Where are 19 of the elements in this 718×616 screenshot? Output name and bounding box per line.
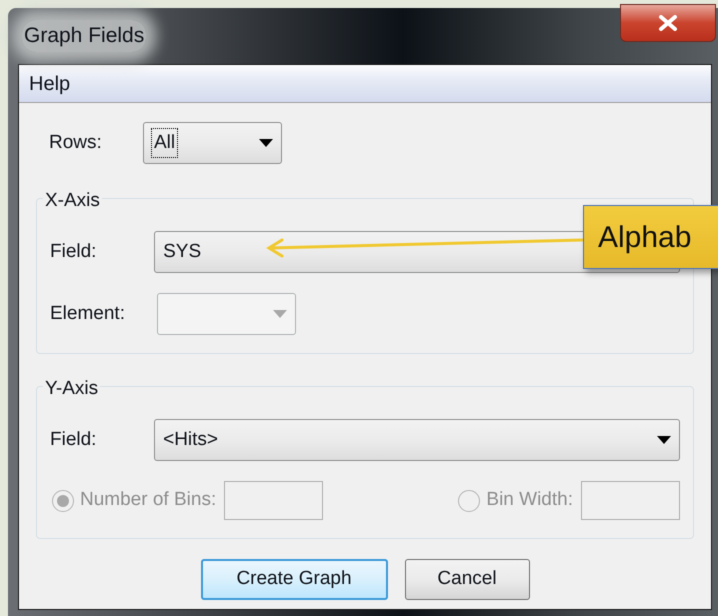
close-button[interactable] [620, 4, 716, 42]
radio-label: Bin Width: [486, 488, 573, 512]
radio-label: Number of Bins: [80, 488, 216, 512]
field-label: Field: [50, 240, 98, 264]
field-label: Element: [50, 302, 126, 326]
dropdown[interactable]: <Hits> [154, 419, 680, 461]
field-label: Field: [50, 428, 98, 452]
dropdown-arrow-icon [657, 436, 671, 444]
dropdown-arrow-icon [259, 139, 273, 147]
dropdown-arrow-icon [273, 310, 287, 318]
dropdown[interactable]: All [143, 122, 282, 164]
input-field[interactable] [224, 481, 324, 520]
window-title: Graph Fields [22, 20, 146, 52]
field-label: Rows: [48, 130, 103, 155]
dialog-button[interactable]: Cancel [404, 559, 530, 600]
close-icon [658, 15, 678, 31]
dialog-button[interactable]: Create Graph [200, 559, 388, 600]
input-field[interactable] [581, 481, 680, 520]
menu-item[interactable]: Help [19, 68, 80, 98]
